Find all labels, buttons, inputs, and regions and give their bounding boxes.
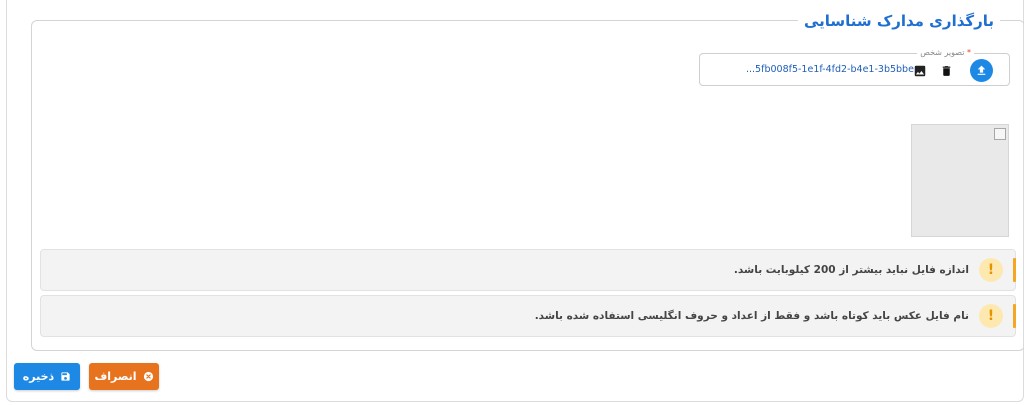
- warning-icon: !: [979, 258, 1003, 282]
- save-button[interactable]: ذخیره: [14, 363, 80, 390]
- required-mark: *: [967, 48, 971, 57]
- section-title: بارگذاری مدارک شناسایی: [797, 8, 1000, 34]
- upload-field-label: * تصویر شخص: [917, 47, 974, 59]
- trash-icon[interactable]: [938, 62, 954, 80]
- image-upload-field[interactable]: * تصویر شخص ...5fb008f5-1e1f-4fd2-b4e1-3…: [699, 47, 1010, 86]
- upload-icon[interactable]: [970, 59, 993, 82]
- alert-text: نام فایل عکس باید کوتاه باشد و فقط از اع…: [534, 310, 969, 322]
- image-icon[interactable]: [911, 62, 928, 79]
- save-icon: [60, 371, 71, 382]
- image-preview: [911, 124, 1009, 237]
- upload-label-text: تصویر شخص: [920, 48, 965, 57]
- alert-text: اندازه فایل نباید بیشتر از 200 کیلوبایت …: [733, 264, 969, 276]
- uploaded-filename: ...5fb008f5-1e1f-4fd2-b4e1-3b5bbe: [746, 64, 914, 75]
- broken-image-icon: [994, 128, 1006, 140]
- alert-accent-bar: [1013, 304, 1016, 328]
- cancel-button-label: انصراف: [94, 370, 137, 383]
- alert-file-size: ! اندازه فایل نباید بیشتر از 200 کیلوبای…: [40, 249, 1016, 291]
- save-button-label: ذخیره: [22, 370, 55, 383]
- cancel-icon: [143, 371, 154, 382]
- alert-file-name: ! نام فایل عکس باید کوتاه باشد و فقط از …: [40, 295, 1016, 337]
- warning-icon: !: [979, 304, 1003, 328]
- alert-accent-bar: [1013, 258, 1016, 282]
- cancel-button[interactable]: انصراف: [89, 363, 159, 390]
